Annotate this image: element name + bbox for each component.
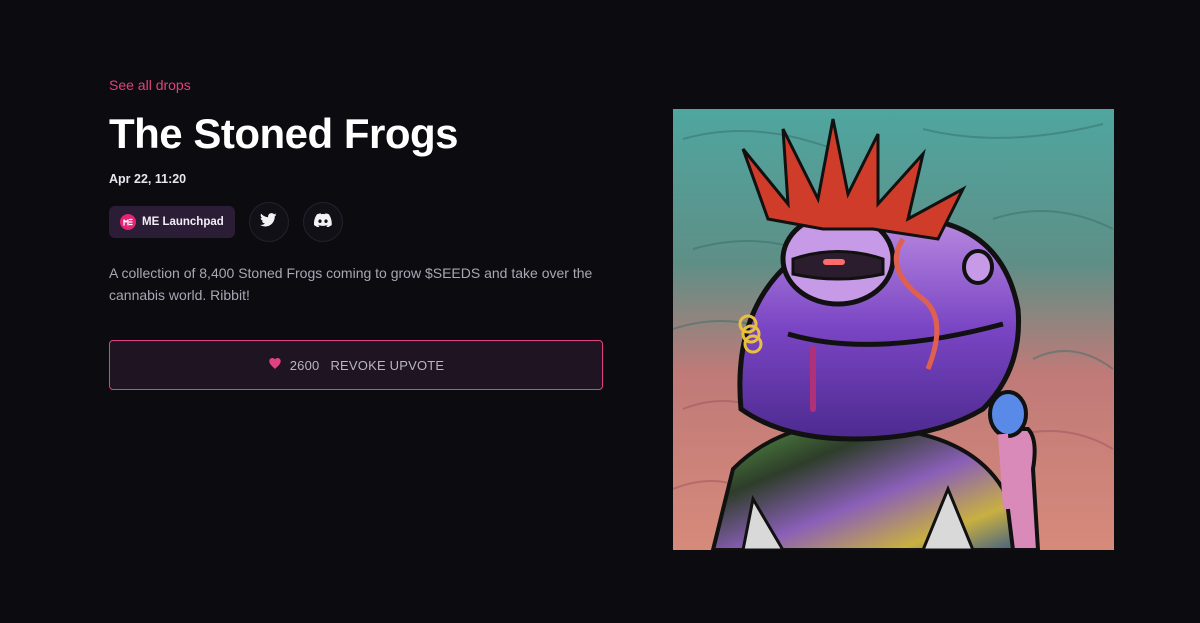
upvote-count: 2600 (289, 357, 320, 373)
twitter-button[interactable] (248, 202, 289, 242)
upvote-label: REVOKE UPVOTE (330, 357, 445, 373)
revoke-upvote-button[interactable]: 2600 REVOKE UPVOTE (109, 340, 603, 390)
drop-date: Apr 22, 11:20 (109, 172, 187, 186)
drop-title: The Stoned Frogs (109, 110, 459, 157)
magic-eden-logo-icon (120, 214, 136, 230)
see-all-drops-link[interactable]: See all drops (109, 76, 191, 94)
launchpad-label: ME Launchpad (142, 216, 224, 228)
drop-detail-page: See all drops The Stoned Frogs Apr 22, 1… (0, 0, 1200, 623)
heart-icon (268, 357, 282, 373)
drop-info: See all drops The Stoned Frogs Apr 22, 1… (109, 76, 609, 390)
collection-artwork (673, 109, 1114, 550)
twitter-icon (260, 212, 277, 232)
drop-links: ME Launchpad (109, 202, 609, 242)
drop-description: A collection of 8,400 Stoned Frogs comin… (109, 265, 593, 303)
discord-button[interactable] (302, 202, 343, 242)
me-launchpad-chip[interactable]: ME Launchpad (109, 206, 235, 238)
discord-icon (313, 212, 332, 232)
